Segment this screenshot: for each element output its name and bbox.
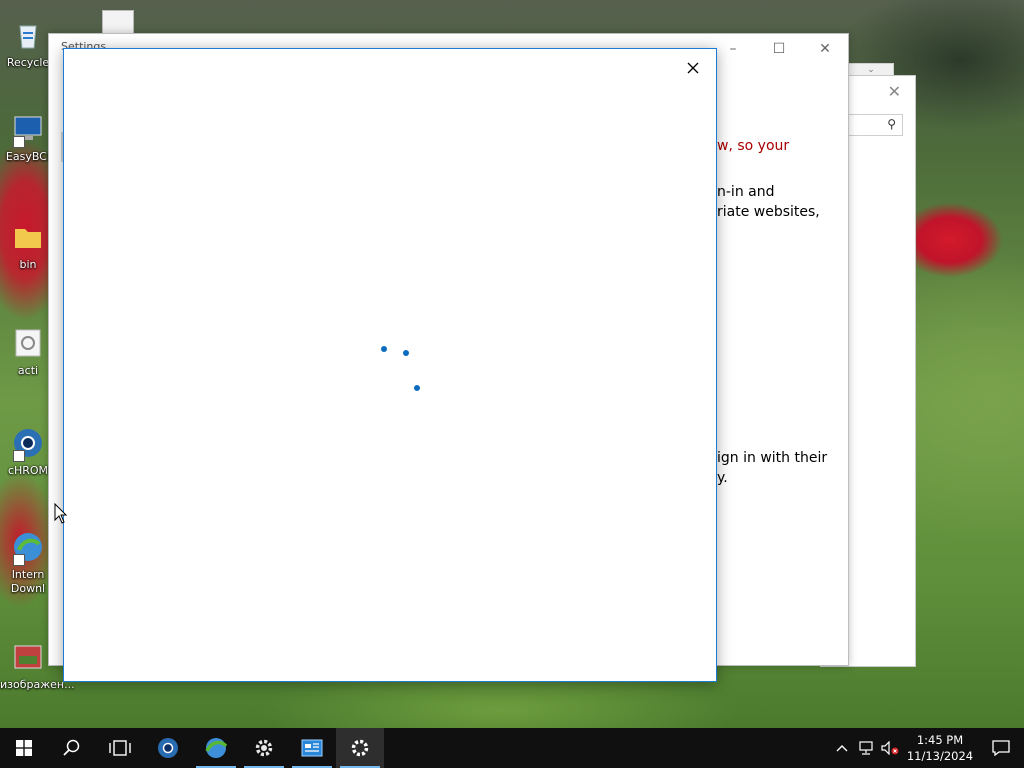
search-icon [63, 739, 80, 756]
clock-time: 1:45 PM [916, 733, 964, 747]
shortcut-arrow-icon [13, 136, 25, 148]
volume-button[interactable] [878, 728, 902, 768]
network-icon [859, 741, 873, 755]
warning-text: w, so your [717, 138, 790, 154]
search-icon: ⚲ [887, 117, 896, 131]
body-text-line: y. [717, 470, 728, 486]
notification-icon [992, 740, 1010, 756]
computer-icon [11, 112, 45, 148]
body-text-line: riate websites, [717, 204, 820, 220]
chrome-icon [158, 738, 178, 758]
gear-icon [255, 739, 273, 757]
mouse-cursor-icon [54, 503, 68, 524]
show-hidden-icons-button[interactable] [830, 728, 854, 768]
close-icon[interactable]: ✕ [888, 82, 901, 101]
dialog-close-button[interactable] [680, 55, 706, 81]
clock-date: 11/13/2024 [906, 749, 974, 763]
signin-dialog[interactable] [63, 48, 717, 682]
windows-logo-icon [16, 740, 32, 756]
close-button[interactable]: ✕ [802, 34, 848, 64]
action-center-button[interactable] [978, 728, 1024, 768]
body-text-line: ign in with their [717, 450, 828, 466]
search-button[interactable] [48, 728, 96, 768]
system-tray: 1:45 PM 11/13/2024 [830, 728, 1024, 768]
task-view-button[interactable] [96, 728, 144, 768]
clock[interactable]: 1:45 PM 11/13/2024 [902, 732, 978, 764]
shortcut-arrow-icon [13, 450, 25, 462]
download-manager-icon [11, 530, 45, 566]
taskbar: 1:45 PM 11/13/2024 [0, 728, 1024, 768]
network-button[interactable] [854, 728, 878, 768]
shortcut-arrow-icon [13, 554, 25, 566]
task-view-icon [109, 740, 131, 756]
download-manager-icon [205, 738, 228, 758]
recycle-bin-icon [11, 18, 45, 52]
image-file-icon [11, 640, 45, 674]
start-button[interactable] [0, 728, 48, 768]
folder-icon [11, 220, 45, 254]
body-text-line: n-in and [717, 184, 775, 200]
spinner-dot [414, 385, 420, 391]
settings-gear-icon [351, 739, 369, 757]
spinner-dot [403, 350, 409, 356]
window-app-icon [301, 739, 323, 757]
chrome-taskbar-button[interactable] [144, 728, 192, 768]
close-icon [687, 62, 699, 74]
download-manager-taskbar-button[interactable] [192, 728, 240, 768]
volume-muted-icon [881, 741, 899, 755]
settings-file-icon [11, 326, 45, 360]
chevron-down-icon: ⌄ [867, 65, 875, 75]
desktop: Recycle EasyBCI bin acti cHROM Intern Do… [0, 0, 1024, 728]
chrome-icon [11, 426, 45, 462]
maximize-button[interactable]: ☐ [756, 34, 802, 64]
mail-app-taskbar-button[interactable] [288, 728, 336, 768]
gear-app-taskbar-button[interactable] [240, 728, 288, 768]
chevron-up-icon [836, 745, 848, 752]
settings-taskbar-button[interactable] [336, 728, 384, 768]
spinner-dot [381, 346, 387, 352]
